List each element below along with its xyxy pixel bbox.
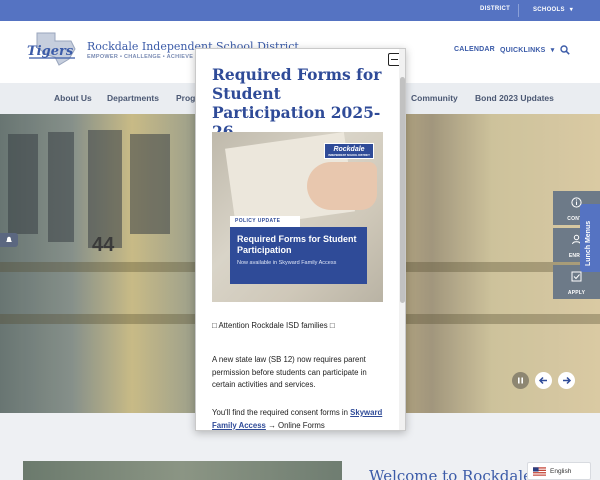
search-icon[interactable] xyxy=(560,45,570,55)
alert-tab[interactable] xyxy=(0,233,18,247)
calendar-link[interactable]: CALENDAR xyxy=(454,46,495,53)
next-slide-button[interactable] xyxy=(558,372,575,389)
language-label: English xyxy=(550,468,572,475)
paragraph-forms: You'll find the required consent forms i… xyxy=(212,407,384,430)
pause-icon xyxy=(518,377,523,384)
schools-dropdown[interactable]: SCHOOLS ▾ xyxy=(533,6,573,13)
modal-title: Required Forms for Student Participation… xyxy=(212,65,382,141)
district-link[interactable]: DISTRICT xyxy=(480,6,510,12)
schools-label: SCHOOLS xyxy=(533,7,565,13)
arrow-right-icon xyxy=(563,376,572,385)
bell-icon xyxy=(6,236,12,242)
language-selector[interactable]: English xyxy=(527,462,591,480)
announcement-modal: Required Forms for Student Participation… xyxy=(195,48,406,431)
nav-item-departments[interactable]: Departments xyxy=(107,93,159,103)
chevron-down-icon: ▾ xyxy=(550,47,555,54)
forms-text-suffix: → Online Forms xyxy=(268,420,325,430)
lunch-menus-label: Lunch Menus xyxy=(585,220,592,266)
nav-item-bond-2023[interactable]: Bond 2023 Updates xyxy=(475,93,554,103)
close-icon xyxy=(391,59,398,61)
flyer-headline: Required Forms for Student Participation xyxy=(237,234,357,255)
flyer-box: Required Forms for Student Participation… xyxy=(230,227,367,284)
lunch-menus-tab[interactable]: Lunch Menus xyxy=(580,204,600,272)
quicklinks-dropdown[interactable]: QUICKLINKS ▾ xyxy=(500,46,554,54)
quicklinks-label: QUICKLINKS xyxy=(500,47,546,54)
pause-button[interactable] xyxy=(512,372,529,389)
arrow-left-icon xyxy=(538,376,547,385)
flyer-logo-sub: INDEPENDENT SCHOOL DISTRICT xyxy=(328,154,370,157)
top-utility-bar: DISTRICT SCHOOLS ▾ xyxy=(0,0,600,21)
flyer-hand xyxy=(307,162,377,210)
attention-text: □ Attention Rockdale ISD families □ xyxy=(212,321,335,330)
welcome-heading: Welcome to Rockdale xyxy=(369,467,533,480)
tagline: EMPOWER • CHALLENGE • ACHIEVE xyxy=(87,54,194,60)
flyer-tag: POLICY UPDATE xyxy=(230,216,300,227)
forms-text-prefix: You'll find the required consent forms i… xyxy=(212,408,348,417)
modal-scrollbar[interactable] xyxy=(399,49,405,430)
nav-item-community[interactable]: Community xyxy=(411,93,458,103)
flyer-logo: Rockdale INDEPENDENT SCHOOL DISTRICT xyxy=(324,143,374,159)
logo-text: Tigers xyxy=(27,44,74,59)
welcome-image xyxy=(23,461,342,480)
chevron-down-icon: ▾ xyxy=(569,7,574,13)
check-icon xyxy=(571,271,582,282)
divider xyxy=(518,4,519,17)
flyer-subtext: Now available in Skyward Family Access xyxy=(237,260,337,266)
us-flag-icon xyxy=(533,467,546,476)
nav-item-programs[interactable]: Prog xyxy=(176,93,195,103)
scrollbar-thumb[interactable] xyxy=(400,77,405,303)
nav-item-about-us[interactable]: About Us xyxy=(54,93,92,103)
policy-flyer-image: Rockdale INDEPENDENT SCHOOL DISTRICT POL… xyxy=(212,132,383,302)
flyer-logo-text: Rockdale xyxy=(333,146,365,153)
paragraph-sb12: A new state law (SB 12) now requires par… xyxy=(212,355,367,389)
apply-label: APPLY xyxy=(567,290,586,296)
district-logo[interactable]: Tigers xyxy=(25,29,79,69)
prev-slide-button[interactable] xyxy=(535,372,552,389)
